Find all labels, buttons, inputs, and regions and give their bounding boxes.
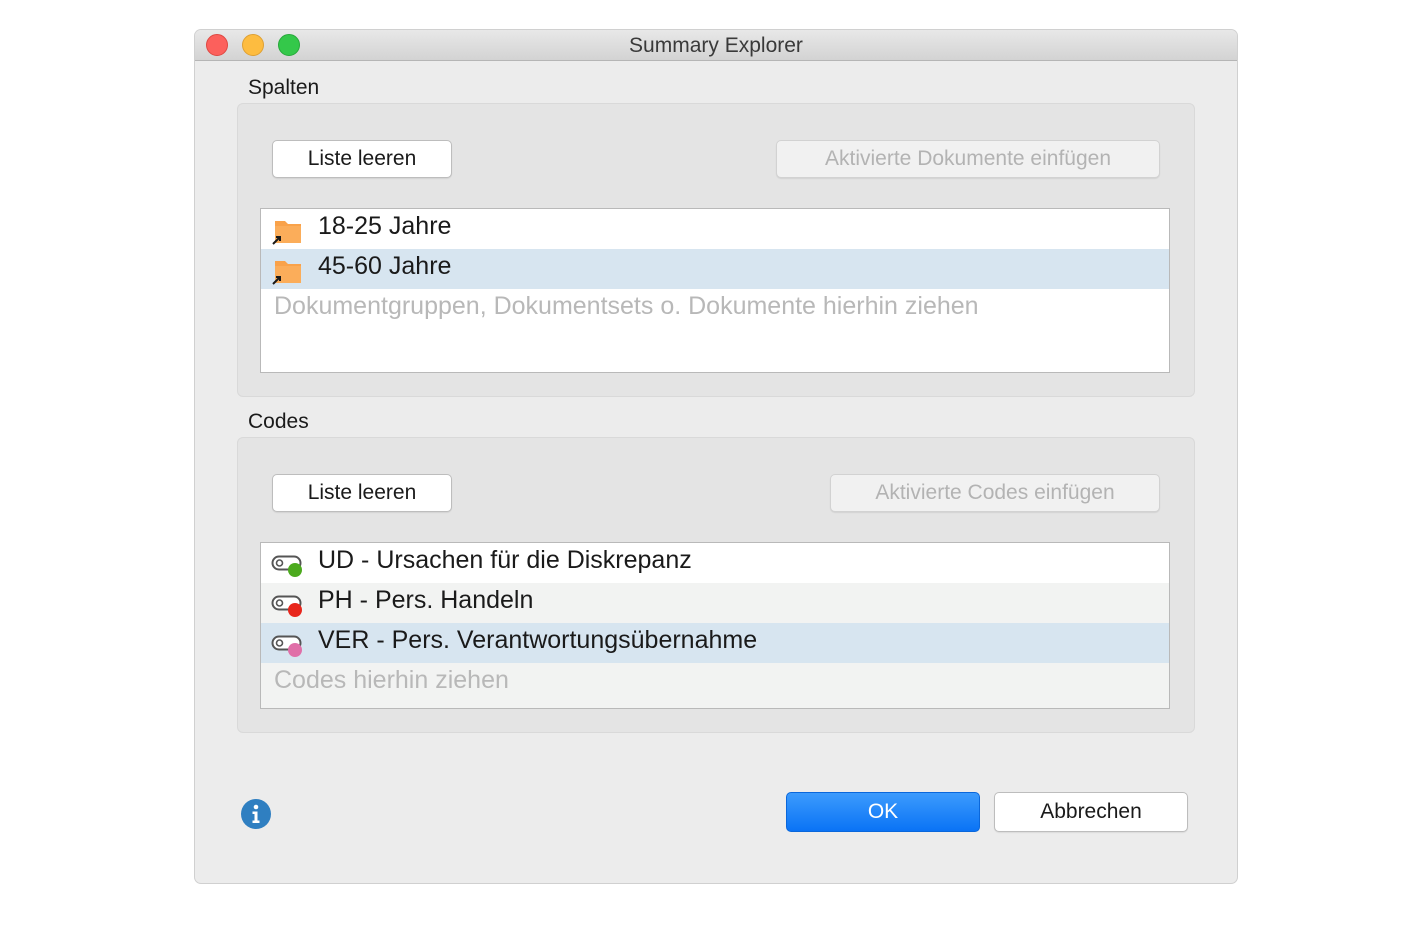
ok-button[interactable]: OK (786, 792, 980, 832)
code-tag-icon (271, 635, 302, 657)
list-item[interactable]: PH - Pers. Handeln (261, 583, 1169, 623)
list-item[interactable]: 45-60 Jahre (261, 249, 1169, 289)
codes-section-label: Codes (248, 410, 309, 433)
list-item[interactable]: 18-25 Jahre (261, 209, 1169, 249)
folder-alias-icon (272, 261, 301, 285)
drop-placeholder-row: Dokumentgruppen, Dokumentsets o. Dokumen… (261, 289, 1169, 329)
columns-drop-placeholder: Dokumentgruppen, Dokumentsets o. Dokumen… (274, 292, 979, 320)
columns-drop-list[interactable]: 18-25 Jahre 45-60 Jahre Dokumentgruppen,… (260, 208, 1170, 373)
drop-placeholder-row: Codes hierhin ziehen (261, 663, 1169, 708)
cancel-button[interactable]: Abbrechen (994, 792, 1188, 832)
clear-codes-button[interactable]: Liste leeren (272, 474, 452, 512)
insert-activated-codes-button[interactable]: Aktivierte Codes einfügen (830, 474, 1160, 512)
code-tag-icon (271, 555, 302, 577)
clear-columns-button[interactable]: Liste leeren (272, 140, 452, 178)
title-bar[interactable]: Summary Explorer (195, 30, 1237, 61)
info-icon[interactable] (241, 799, 271, 829)
summary-explorer-window: Summary Explorer Spalten Liste leeren Ak… (195, 30, 1237, 883)
list-item-label: UD - Ursachen für die Diskrepanz (318, 546, 692, 574)
list-item-label: 45-60 Jahre (318, 252, 452, 280)
code-tag-icon (271, 595, 302, 617)
list-item-label: VER - Pers. Verantwortungsübernahme (318, 626, 758, 654)
columns-section-label: Spalten (248, 76, 320, 99)
window-title: Summary Explorer (629, 34, 803, 57)
insert-activated-documents-button[interactable]: Aktivierte Dokumente einfügen (776, 140, 1160, 178)
folder-alias-icon (272, 221, 301, 245)
columns-group: Liste leeren Aktivierte Dokumente einfüg… (237, 103, 1195, 397)
list-item[interactable]: VER - Pers. Verantwortungsübernahme (261, 623, 1169, 663)
codes-group: Liste leeren Aktivierte Codes einfügen U… (237, 437, 1195, 733)
list-item-label: 18-25 Jahre (318, 212, 452, 240)
codes-drop-list[interactable]: UD - Ursachen für die Diskrepanz PH - Pe… (260, 542, 1170, 709)
list-item-label: PH - Pers. Handeln (318, 586, 534, 614)
codes-drop-placeholder: Codes hierhin ziehen (274, 666, 509, 694)
list-item[interactable]: UD - Ursachen für die Diskrepanz (261, 543, 1169, 583)
